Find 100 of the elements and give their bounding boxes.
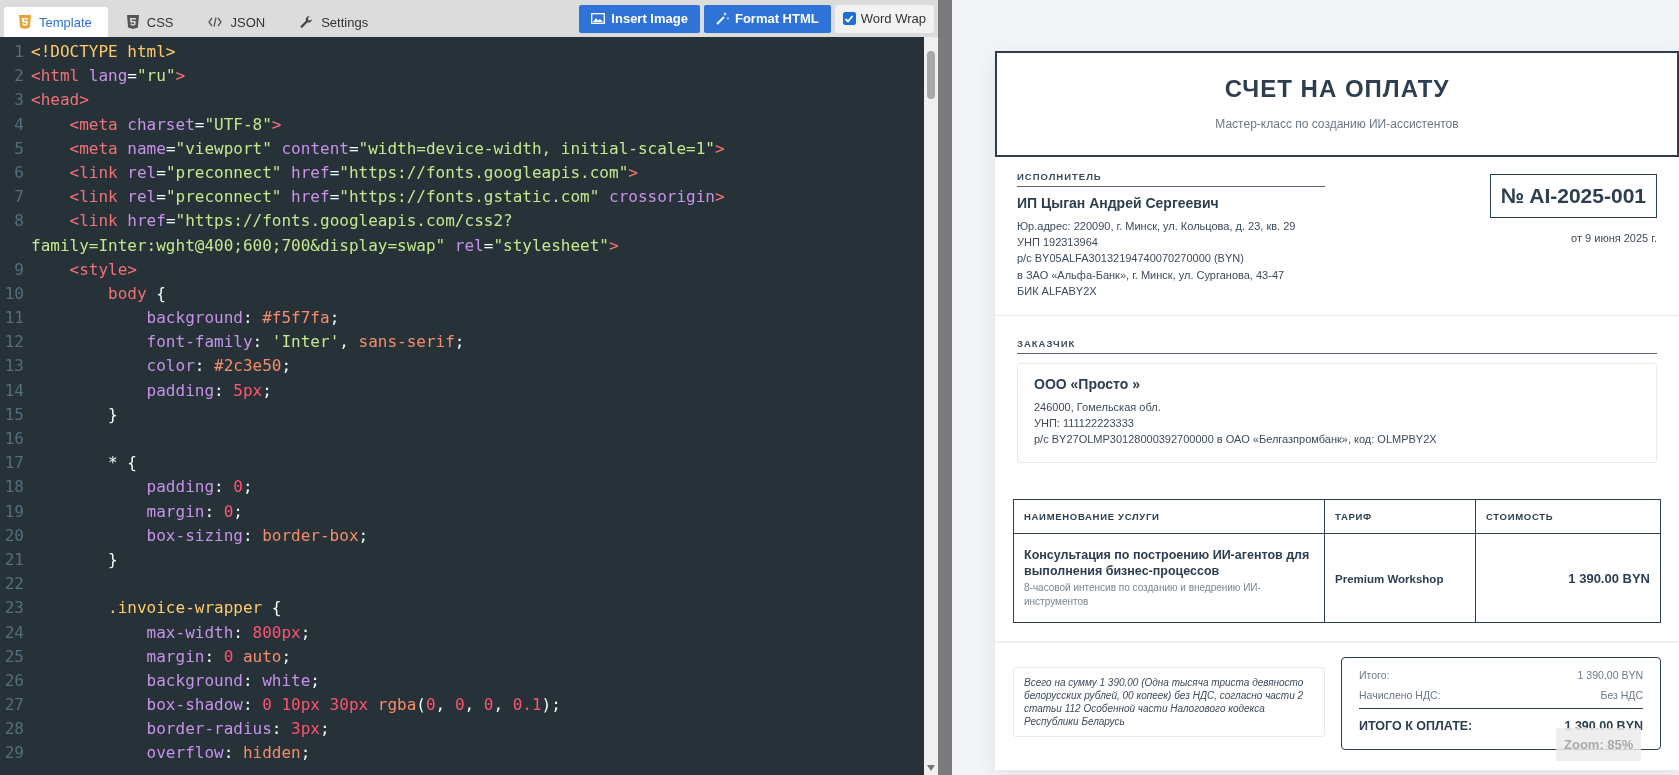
total-value: 1 390.00 BYN <box>1577 668 1643 681</box>
amount-in-words-note: Всего на сумму 1 390.00 (Одна тысяча триста девяносто белорусских рублей, 00 копеек) без НДС, согласно части 2 статьи 112 Особенной части Налогового кодекса Республики Беларусь <box>1013 666 1325 737</box>
invoice-date: от 9 июня 2025 г. <box>1571 232 1657 244</box>
line-number: 13 <box>3 355 24 378</box>
line-number: 9 <box>13 258 24 281</box>
line-number: 24 <box>3 621 24 644</box>
total-label: Итого: <box>1359 668 1390 681</box>
invoice-number: № AI-2025-001 <box>1489 174 1657 218</box>
line-number: 17 <box>3 452 24 475</box>
zoom-indicator: Zoom: 85% <box>1556 728 1642 761</box>
code-line: overflow: hidden; <box>145 742 311 765</box>
line-number: 5 <box>13 137 24 160</box>
total-label: Начислено НДС: <box>1359 688 1441 701</box>
line-number: 18 <box>3 476 24 499</box>
image-icon <box>591 13 606 24</box>
editor-tab[interactable]: CSS <box>111 7 190 37</box>
code-line: max-width: 800px; <box>145 621 311 644</box>
editor-tab[interactable]: JSON <box>193 7 282 37</box>
format-button[interactable]: Format HTML <box>703 4 831 33</box>
code-line: <link href="https://fonts.googleapis.com/css2? <box>68 210 513 233</box>
line-number: 22 <box>3 573 24 596</box>
line-number: 2 <box>13 65 24 88</box>
line-number: 8 <box>13 210 24 233</box>
line-number: 15 <box>3 403 24 426</box>
code-line: box-sizing: border-box; <box>145 524 369 547</box>
party-detail: 246000, Гомельская обл. <box>1034 400 1162 415</box>
wrench-icon <box>300 15 314 29</box>
cost-cell: 1 390.00 BYN <box>1568 570 1650 586</box>
grand-total-label: ИТОГО К ОПЛАТЕ: <box>1359 718 1473 733</box>
code-line: <meta name="viewport" content="width=device-width, initial-scale=1"> <box>68 137 725 160</box>
editor-tab[interactable]: Settings <box>285 7 385 37</box>
code-line: font-family: 'Inter', sans-serif; <box>145 331 465 354</box>
code-line: padding: 5px; <box>145 379 272 402</box>
line-number: 23 <box>3 597 24 620</box>
section-label: ЗАКАЗЧИК <box>1017 338 1657 354</box>
line-number: 1 <box>13 41 24 63</box>
column-header: НАИМЕНОВАНИЕ УСЛУГИ <box>1013 499 1325 534</box>
line-number: 29 <box>3 742 24 765</box>
line-number: 21 <box>3 548 24 571</box>
party-detail: БИК ALFABY2X <box>1017 283 1098 299</box>
code-line: .invoice-wrapper { <box>107 597 282 620</box>
party-detail: УНП 192313964 <box>1017 235 1099 251</box>
invoice-subtitle: Мастер-класс по созданию ИИ-ассистентов <box>1214 117 1460 131</box>
code-line: * { <box>107 452 137 475</box>
code-line: color: #2c3e50; <box>145 355 292 378</box>
code-line: family=Inter:wght@400;600;700&display=swap" rel="stylesheet"> <box>31 234 619 257</box>
line-number: 6 <box>13 161 24 184</box>
line-number: 16 <box>3 428 24 450</box>
line-number: 3 <box>13 89 24 112</box>
section-label: ИСПОЛНИТЕЛЬ <box>1017 171 1325 187</box>
css3-icon <box>126 15 139 29</box>
code-icon <box>208 17 223 27</box>
line-number: 4 <box>13 113 24 136</box>
code-line: border-radius: 3px; <box>145 718 330 741</box>
invoice-title: СЧЕТ НА ОПЛАТУ <box>1223 75 1451 103</box>
party-name: ИП Цыган Андрей Сергеевич <box>1017 195 1220 211</box>
code-line: padding: 0; <box>145 476 253 499</box>
code-line: margin: 0 auto; <box>145 645 292 668</box>
code-line: background: #f5f7fa; <box>145 307 340 330</box>
tariff-cell: Premium Workshop <box>1335 572 1444 585</box>
editor-tab[interactable]: Template <box>4 7 108 37</box>
line-number: 14 <box>3 379 24 402</box>
scrollbar-thumb[interactable] <box>927 51 935 99</box>
line-number: 12 <box>3 331 24 354</box>
code-line: margin: 0; <box>145 500 243 523</box>
party-name: ООО «Просто » <box>1034 376 1141 392</box>
party-detail: р/с BY05ALFA30132194740070270000 (BYN) <box>1017 251 1245 267</box>
checkbox[interactable] <box>842 12 856 25</box>
magic-wand-icon <box>715 12 729 25</box>
party-detail: Юр.адрес: 220090, г. Минск, ул. Кольцова, д. 23, кв. 29 <box>1017 219 1297 234</box>
line-number: 20 <box>3 524 24 547</box>
code-line: body { <box>107 282 166 305</box>
word-wrap-checkbox[interactable]: Word Wrap <box>834 4 934 33</box>
total-value: Без НДС <box>1600 688 1643 701</box>
column-header: ТАРИФ <box>1324 499 1476 534</box>
insert-image-button[interactable]: Insert Image <box>579 4 700 33</box>
service-name: Консультация по построению ИИ-агентов для выполнения бизнес-процессов <box>1024 546 1311 579</box>
line-number: 7 <box>13 186 24 209</box>
service-description: 8-часовой интенсив по созданию и внедрению ИИ-инструментов <box>1024 580 1262 609</box>
party-detail: в ЗАО «Альфа-Банк», г. Минск, ул. Сурганова, 43-47 <box>1017 267 1286 283</box>
line-number: 26 <box>3 669 24 692</box>
code-line: } <box>107 548 118 571</box>
line-number: 27 <box>3 694 24 717</box>
line-number: 25 <box>3 645 24 668</box>
code-line: } <box>107 403 118 426</box>
line-number: 11 <box>3 307 24 330</box>
code-line: <html lang="ru"> <box>31 65 186 88</box>
code-line: <style> <box>68 258 137 281</box>
code-line: box-shadow: 0 10px 30px rgba(0, 0, 0, 0.1); <box>145 694 561 717</box>
code-line: background: white; <box>145 669 320 692</box>
code-line: <link rel="preconnect" href="https://fonts.gstatic.com" crossorigin> <box>68 186 725 209</box>
party-detail: р/с BY27OLMP30128000392700000 в ОАО «Белгазпромбанк», код: OLMPBY2X <box>1034 432 1438 448</box>
line-number: 28 <box>3 718 24 741</box>
code-line: <head> <box>31 89 89 112</box>
line-number: 10 <box>3 282 24 305</box>
html5-icon <box>19 15 31 29</box>
line-number: 19 <box>3 500 24 523</box>
code-line: <!DOCTYPE html> <box>31 41 176 63</box>
code-line: <meta charset="UTF-8"> <box>68 113 282 136</box>
code-line: <link rel="preconnect" href="https://fonts.googleapis.com"> <box>68 161 638 184</box>
